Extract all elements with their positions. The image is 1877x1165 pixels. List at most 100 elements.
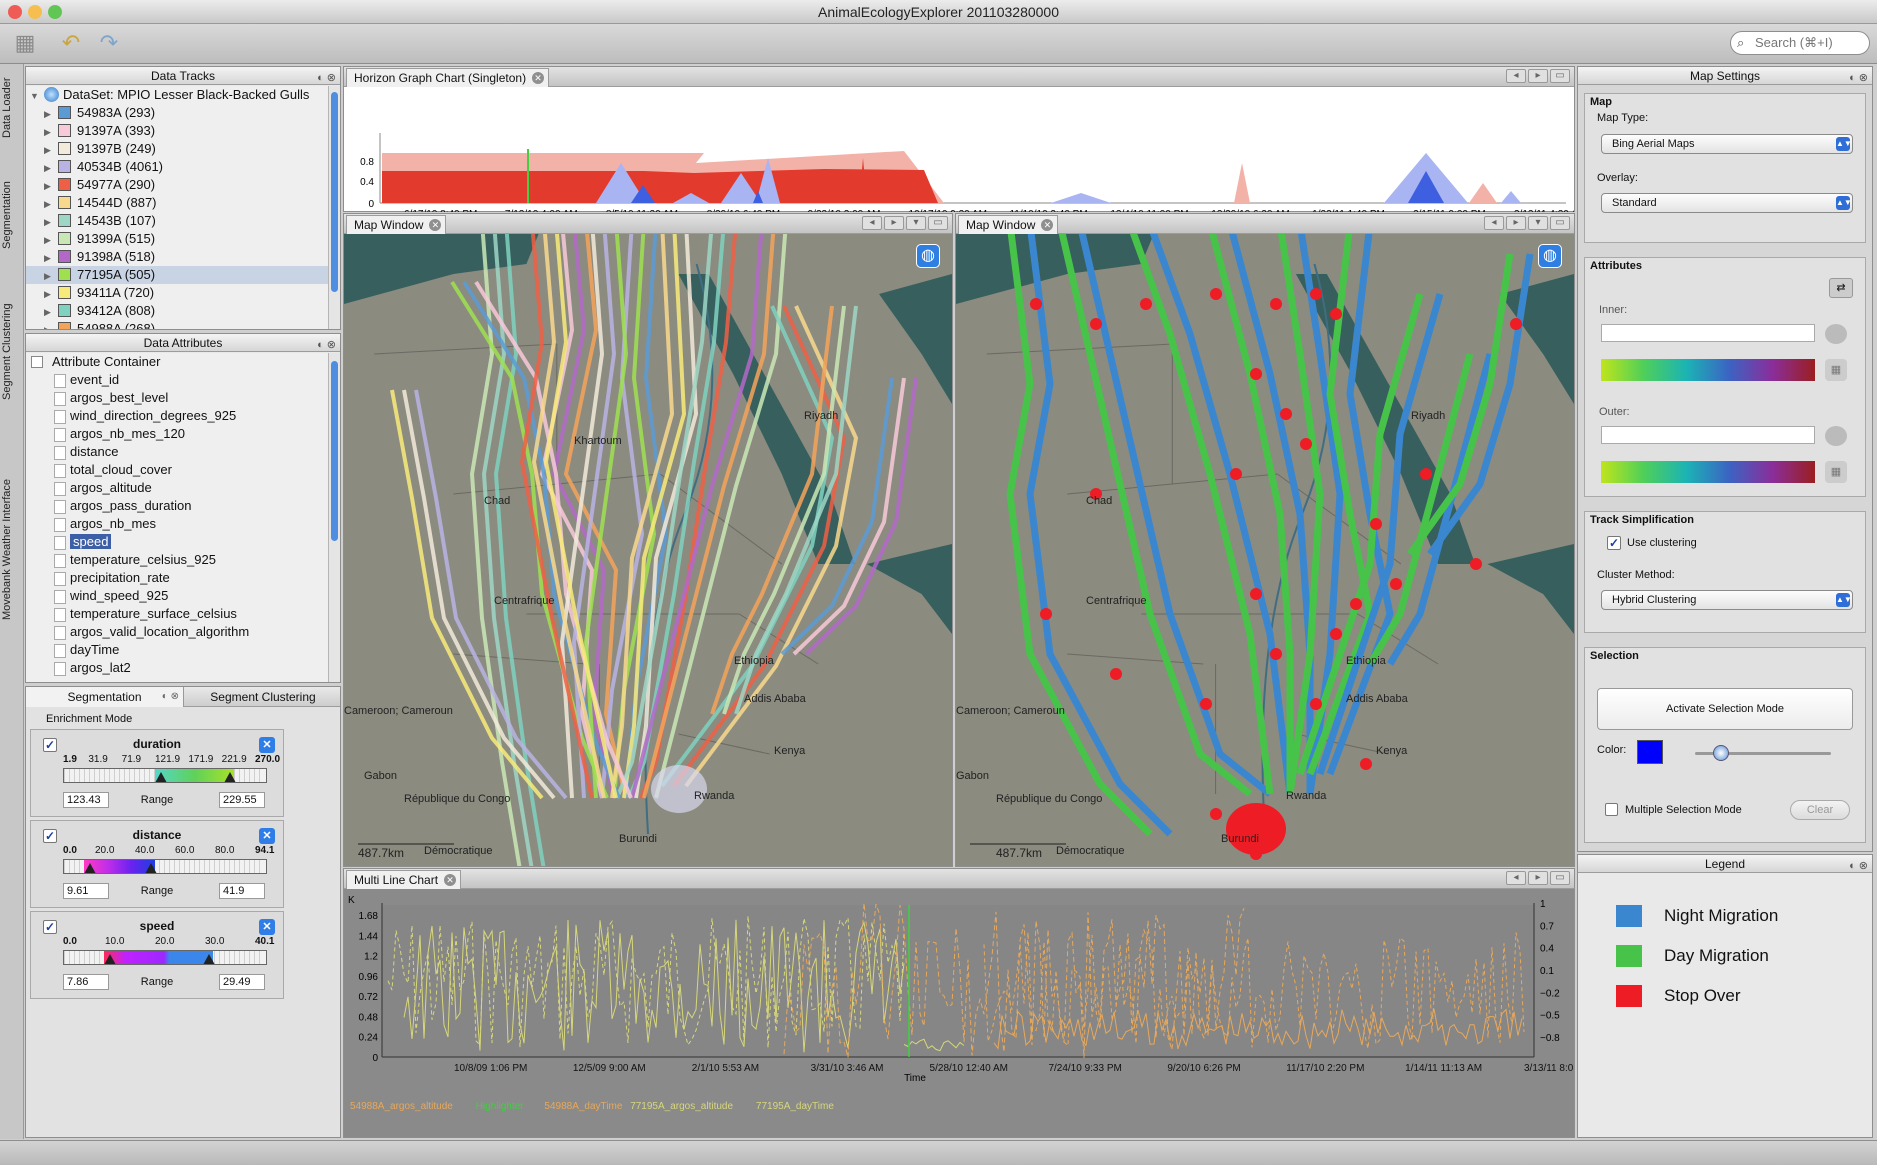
- attribute-item[interactable]: dayTime: [26, 641, 328, 659]
- attribute-item[interactable]: argos_nb_mes_120: [26, 425, 328, 443]
- panel-controls-icon[interactable]: ◐ ⊗: [317, 69, 336, 87]
- track-item[interactable]: ▶ 91398A (518): [26, 248, 328, 266]
- attribute-item[interactable]: argos_nb_mes: [26, 515, 328, 533]
- filter-range-slider[interactable]: [63, 950, 267, 965]
- stopover-point[interactable]: [1270, 648, 1282, 660]
- filter-range-slider[interactable]: [63, 768, 267, 783]
- inner-remove-icon[interactable]: [1825, 324, 1847, 344]
- expand-triangle-icon[interactable]: ▶: [44, 195, 58, 213]
- search-input[interactable]: ⌕ Search (⌘+I): [1730, 31, 1870, 55]
- save-icon[interactable]: ▦: [12, 30, 38, 56]
- attribute-item[interactable]: argos_pass_duration: [26, 497, 328, 515]
- stopover-point[interactable]: [1420, 468, 1432, 480]
- clear-button[interactable]: Clear: [1790, 800, 1850, 820]
- track-item[interactable]: ▶ 91397A (393): [26, 122, 328, 140]
- stopover-cluster[interactable]: [1226, 803, 1286, 855]
- attribute-item[interactable]: speed: [26, 533, 328, 551]
- map-right-canvas[interactable]: Riyadh Chad Centrafrique Cameroon; Cameroun…: [956, 234, 1574, 866]
- globe-icon[interactable]: ◍: [916, 244, 940, 268]
- tab-segmentation[interactable]: Segmentation ◐ ⊗: [26, 687, 184, 707]
- expand-triangle-icon[interactable]: ▶: [44, 285, 58, 303]
- tab-segment-clustering[interactable]: Segment Clustering: [186, 687, 340, 707]
- filter-max-field[interactable]: 41.9: [219, 883, 265, 899]
- map-left-nav-buttons[interactable]: ◂ ▸ ▾ ▭: [860, 216, 948, 230]
- clear-search-icon[interactable]: [1873, 31, 1877, 45]
- track-item[interactable]: ▶ 93412A (808): [26, 302, 328, 320]
- grid-icon[interactable]: ▦: [1825, 461, 1847, 483]
- slider-knob[interactable]: [1713, 745, 1729, 761]
- expand-triangle-icon[interactable]: ▶: [44, 303, 58, 321]
- stopover-point[interactable]: [1250, 588, 1262, 600]
- map-left-canvas[interactable]: Riyadh Khartoum Chad Centrafrique Cameroon; …: [344, 234, 952, 866]
- globe-icon[interactable]: ◍: [1538, 244, 1562, 268]
- inner-color-ramp[interactable]: [1601, 359, 1815, 381]
- expand-triangle-icon[interactable]: ▶: [44, 141, 58, 159]
- stopover-point[interactable]: [1210, 288, 1222, 300]
- grid-icon[interactable]: ▦: [1825, 359, 1847, 381]
- range-min-handle[interactable]: [104, 954, 117, 964]
- range-min-handle[interactable]: [154, 772, 167, 782]
- track-item[interactable]: ▶ 93411A (720): [26, 284, 328, 302]
- side-tab-movebank-weather[interactable]: Movebank Weather Interface: [1, 434, 23, 664]
- attribute-item[interactable]: temperature_celsius_925: [26, 551, 328, 569]
- side-tab-data-loader[interactable]: Data Loader: [1, 70, 23, 146]
- stopover-point[interactable]: [1210, 808, 1222, 820]
- map-left-svg[interactable]: Riyadh Khartoum Chad Centrafrique Cameroon; …: [344, 234, 952, 866]
- attribute-item[interactable]: argos_altitude: [26, 479, 328, 497]
- remove-filter-icon[interactable]: ✕: [259, 737, 275, 753]
- stopover-point[interactable]: [1030, 298, 1042, 310]
- stopover-point[interactable]: [1110, 668, 1122, 680]
- expand-triangle-icon[interactable]: ▶: [44, 105, 58, 123]
- tab-map-window-right[interactable]: Map Window ✕: [958, 215, 1059, 234]
- stopover-point[interactable]: [1370, 518, 1382, 530]
- stopover-point[interactable]: [1330, 308, 1342, 320]
- map-type-select[interactable]: Bing Aerial Maps ▲▼: [1601, 134, 1853, 154]
- stopover-point[interactable]: [1350, 598, 1362, 610]
- track-item[interactable]: ▶ 40534B (4061): [26, 158, 328, 176]
- selection-color-swatch[interactable]: [1637, 740, 1663, 764]
- stopover-point[interactable]: [1230, 468, 1242, 480]
- stopover-point[interactable]: [1090, 318, 1102, 330]
- activate-selection-button[interactable]: Activate Selection Mode: [1597, 688, 1853, 730]
- track-item[interactable]: ▶ 91397B (249): [26, 140, 328, 158]
- range-max-handle[interactable]: [203, 954, 216, 964]
- outer-remove-icon[interactable]: [1825, 426, 1847, 446]
- map-right-svg[interactable]: Riyadh Chad Centrafrique Cameroon; Cameroun…: [956, 234, 1574, 866]
- outer-color-ramp[interactable]: [1601, 461, 1815, 483]
- stopover-point[interactable]: [1270, 298, 1282, 310]
- zoom-window-button[interactable]: [48, 5, 62, 19]
- expand-triangle-icon[interactable]: ▶: [44, 321, 58, 329]
- panel-controls-icon[interactable]: ◐ ⊗: [1849, 69, 1868, 87]
- attribute-item[interactable]: temperature_surface_celsius: [26, 605, 328, 623]
- attribute-item[interactable]: precipitation_rate: [26, 569, 328, 587]
- expand-triangle-icon[interactable]: ▶: [44, 267, 58, 285]
- expand-triangle-icon[interactable]: ▶: [44, 231, 58, 249]
- stopover-point[interactable]: [1200, 698, 1212, 710]
- track-item[interactable]: ▶ 14543B (107): [26, 212, 328, 230]
- expand-triangle-icon[interactable]: ▼: [30, 87, 44, 105]
- stopover-point[interactable]: [1040, 608, 1052, 620]
- track-item[interactable]: ▶ 14544D (887): [26, 194, 328, 212]
- data-tracks-scrollbar[interactable]: [328, 86, 340, 329]
- stopover-point[interactable]: [1470, 558, 1482, 570]
- use-clustering-checkbox[interactable]: ✓: [1607, 536, 1621, 550]
- close-tab-icon[interactable]: ✕: [532, 72, 545, 84]
- stopover-point[interactable]: [1310, 288, 1322, 300]
- multiline-nav-buttons[interactable]: ◂ ▸ ▭: [1504, 871, 1570, 885]
- undo-icon[interactable]: ↶: [58, 30, 84, 56]
- track-item[interactable]: ▶ 54983A (293): [26, 104, 328, 122]
- expand-triangle-icon[interactable]: ▶: [44, 249, 58, 267]
- expand-triangle-icon[interactable]: ▶: [44, 123, 58, 141]
- track-item[interactable]: ▶ 91399A (515): [26, 230, 328, 248]
- close-tab-icon[interactable]: ✕: [429, 219, 442, 231]
- attribute-item[interactable]: distance: [26, 443, 328, 461]
- selection-opacity-slider[interactable]: [1695, 745, 1831, 761]
- expand-triangle-icon[interactable]: ▶: [44, 213, 58, 231]
- stopover-point[interactable]: [1330, 628, 1342, 640]
- side-tab-segmentation[interactable]: Segmentation: [1, 160, 23, 270]
- remove-filter-icon[interactable]: ✕: [259, 919, 275, 935]
- tab-multi-line-chart[interactable]: Multi Line Chart ✕: [346, 870, 462, 889]
- remove-filter-icon[interactable]: ✕: [259, 828, 275, 844]
- range-min-handle[interactable]: [84, 863, 97, 873]
- tab-horizon-graph[interactable]: Horizon Graph Chart (Singleton) ✕: [346, 68, 550, 87]
